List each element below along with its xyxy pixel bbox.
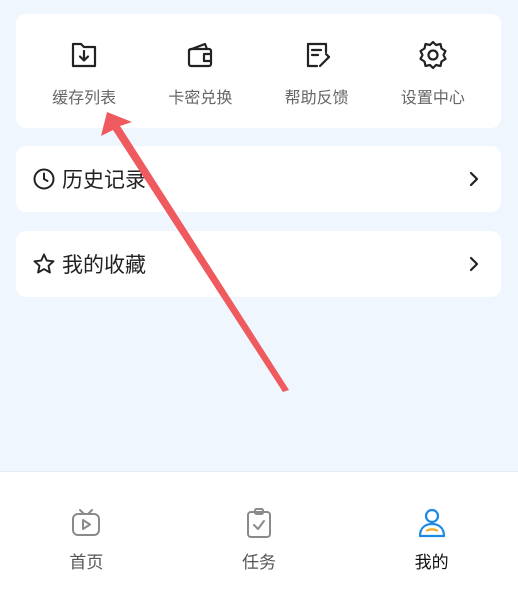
gear-icon <box>419 40 447 70</box>
favorites-row[interactable]: 我的收藏 <box>16 231 501 297</box>
cache-list-label: 缓存列表 <box>52 88 117 107</box>
clock-icon <box>33 168 55 190</box>
quick-actions-card: 缓存列表 卡密兑换 帮助反馈 设置中心 <box>16 14 501 128</box>
tab-tasks[interactable]: 任务 <box>173 472 346 598</box>
tab-mine-label: 我的 <box>414 553 449 573</box>
help-feedback-button[interactable]: 帮助反馈 <box>259 14 375 128</box>
tv-play-icon <box>72 509 101 536</box>
cache-list-button[interactable]: 缓存列表 <box>26 14 142 128</box>
settings-center-button[interactable]: 设置中心 <box>375 14 491 128</box>
settings-center-label: 设置中心 <box>400 88 465 107</box>
chevron-right-icon <box>469 171 479 187</box>
card-redeem-label: 卡密兑换 <box>168 88 233 107</box>
tab-mine[interactable]: 我的 <box>345 472 518 598</box>
user-icon <box>418 508 445 538</box>
card-redeem-button[interactable]: 卡密兑换 <box>142 14 258 128</box>
star-icon <box>33 253 55 274</box>
history-row[interactable]: 历史记录 <box>16 146 501 212</box>
tab-home-label: 首页 <box>69 553 104 573</box>
edit-note-icon <box>306 42 330 68</box>
tab-tasks-label: 任务 <box>242 553 276 573</box>
wallet-icon <box>188 42 213 68</box>
help-feedback-label: 帮助反馈 <box>284 88 349 107</box>
chevron-right-icon <box>469 256 479 272</box>
bottom-tab-bar: 首页 任务 我的 <box>0 471 518 598</box>
tab-home[interactable]: 首页 <box>0 472 173 598</box>
profile-page: 缓存列表 卡密兑换 帮助反馈 设置中心 历史记录 我的收藏 首页 任务 我的 <box>0 0 518 598</box>
download-box-icon <box>72 42 97 68</box>
history-label: 历史记录 <box>62 168 146 192</box>
favorites-label: 我的收藏 <box>62 253 146 277</box>
clipboard-check-icon <box>247 508 271 538</box>
